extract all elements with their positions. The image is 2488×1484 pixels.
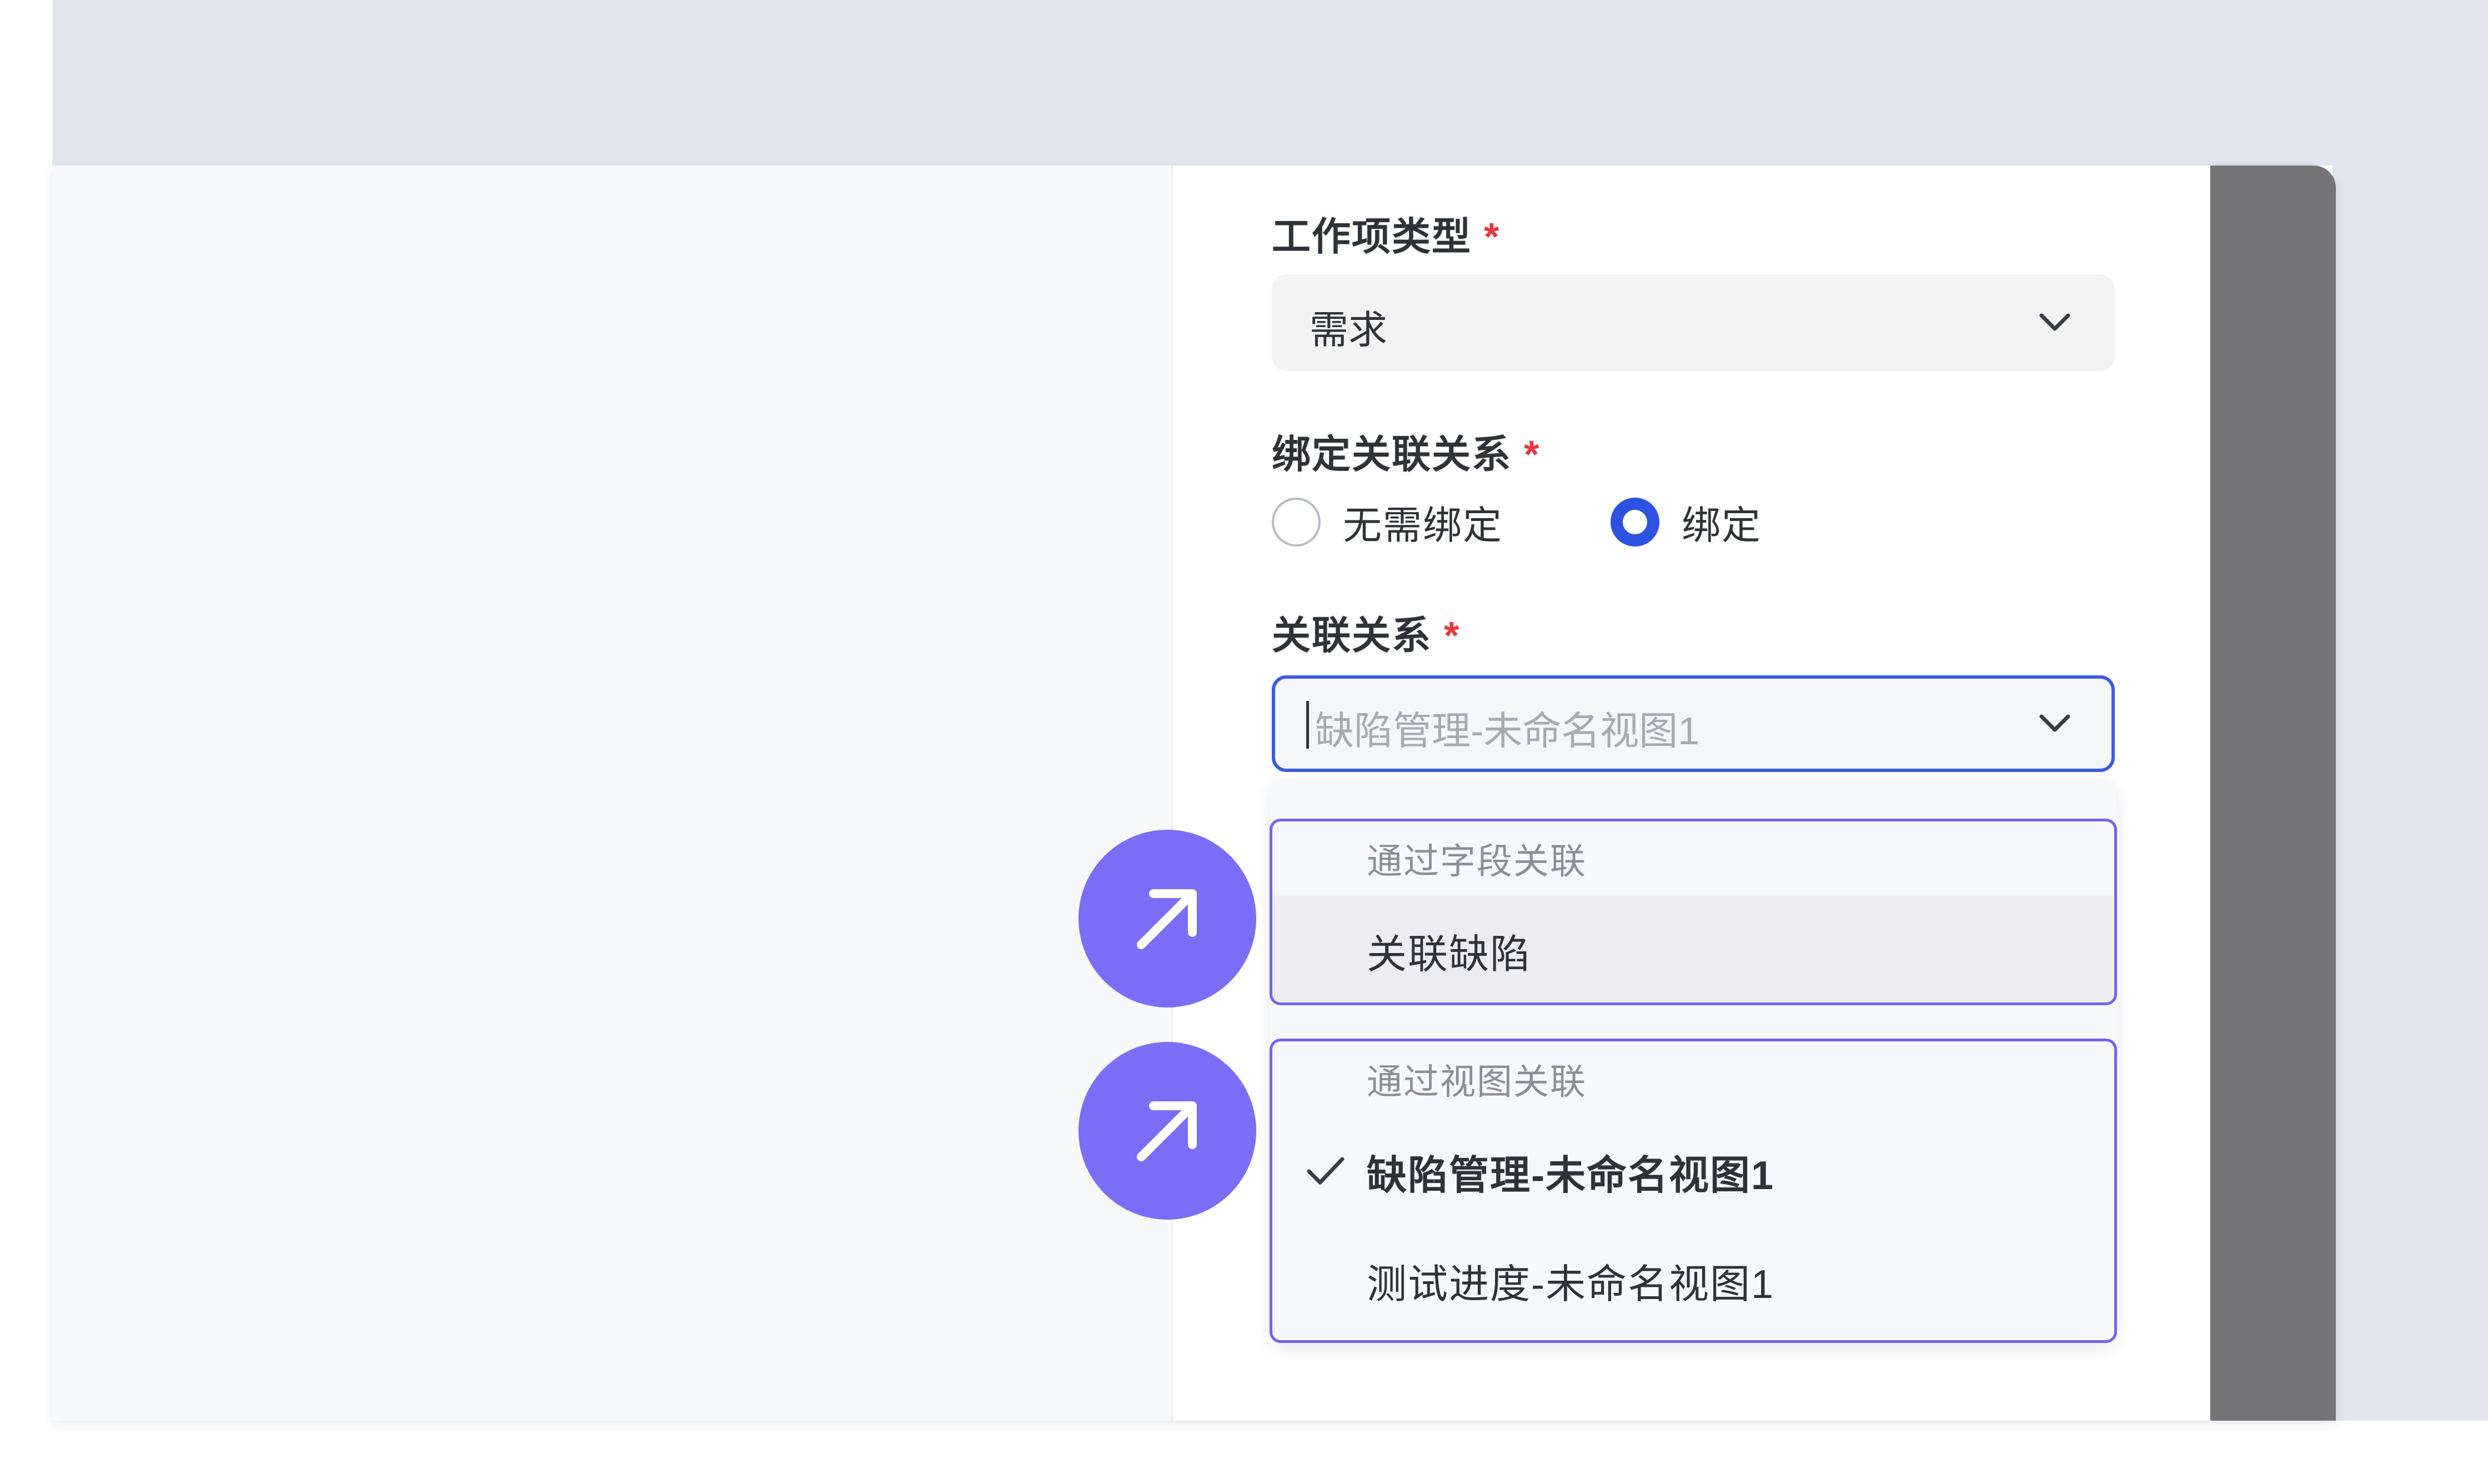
work-item-type-label-text: 工作项类型 [1272, 215, 1472, 258]
option-item[interactable]: 测试进度-未命名视图1 [1272, 1226, 2114, 1335]
chevron-down-icon [2039, 714, 2070, 732]
option-group-field: 通过字段关联 关联缺陷 [1270, 819, 2117, 1005]
overlay-strip [2210, 166, 2336, 1421]
text-caret [1306, 701, 1309, 749]
required-star: * [1484, 215, 1501, 258]
backdrop-right [2332, 0, 2488, 1421]
arrow-badge-2 [1079, 1042, 1256, 1220]
backdrop-top [52, 0, 2488, 166]
arrow-badge-1 [1079, 830, 1256, 1007]
group-header: 通过视图关联 [1367, 1062, 1587, 1102]
option-item[interactable]: 关联缺陷 [1272, 896, 2114, 1002]
option-label: 缺陷管理-未命名视图1 [1367, 1153, 1775, 1198]
required-star: * [1444, 614, 1461, 657]
option-item-selected[interactable]: 缺陷管理-未命名视图1 [1272, 1117, 2114, 1226]
work-item-type-select[interactable]: 需求 [1272, 274, 2115, 371]
work-item-type-label: 工作项类型 * [1272, 205, 1500, 262]
work-item-type-value: 需求 [1310, 308, 1387, 352]
option-group-view: 通过视图关联 缺陷管理-未命名视图1 测试进度-未命名视图1 [1270, 1039, 2117, 1343]
required-star: * [1524, 433, 1541, 476]
option-label: 测试进度-未命名视图1 [1367, 1262, 1775, 1307]
arrow-up-right-icon [1137, 1101, 1197, 1161]
relation-label-text: 关联关系 [1272, 614, 1432, 657]
relation-select-placeholder: 缺陷管理-未命名视图1 [1315, 709, 1700, 753]
binding-label-text: 绑定关联关系 [1272, 433, 1512, 476]
relation-label: 关联关系 * [1272, 604, 1460, 660]
group-header: 通过字段关联 [1367, 841, 1587, 881]
relation-select[interactable]: 缺陷管理-未命名视图1 [1272, 675, 2115, 772]
arrow-up-right-icon [1137, 889, 1197, 949]
radio-checked-icon [1611, 498, 1659, 547]
radio-binding[interactable]: 绑定 [1611, 494, 1762, 550]
chevron-down-icon [2039, 313, 2070, 331]
radio-no-binding-label: 无需绑定 [1343, 503, 1503, 547]
binding-label: 绑定关联关系 * [1272, 423, 1540, 479]
option-label: 关联缺陷 [1367, 932, 1532, 977]
left-pane [52, 166, 1173, 1421]
radio-no-binding[interactable]: 无需绑定 [1272, 494, 1503, 550]
check-icon [1307, 1157, 1345, 1185]
radio-unchecked-icon [1272, 498, 1321, 547]
radio-binding-label: 绑定 [1682, 503, 1762, 547]
